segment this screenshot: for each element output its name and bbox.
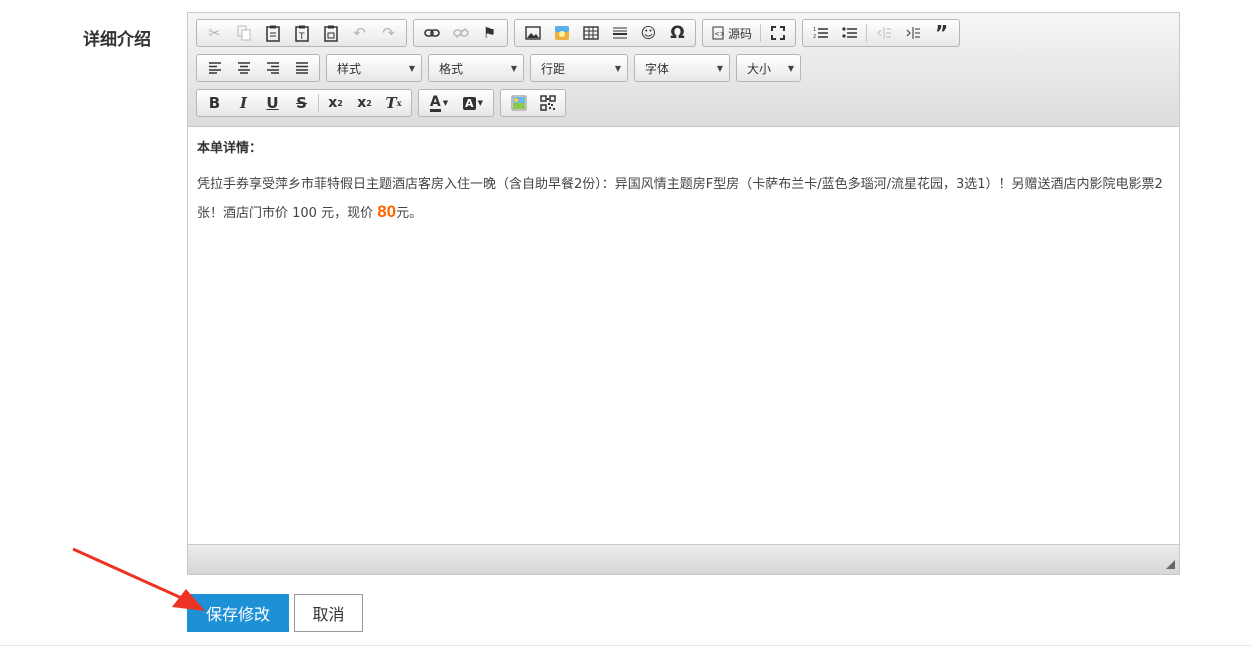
- list-group: 12 ”: [802, 19, 961, 47]
- clipboard-group: ✂ T ↶ ↷: [196, 19, 407, 47]
- cut-icon[interactable]: ✂: [200, 21, 229, 45]
- align-justify-icon[interactable]: [287, 56, 316, 80]
- underline-icon[interactable]: U: [258, 91, 287, 115]
- color-group: A ▼ A ▼: [418, 89, 494, 117]
- line-height-dropdown[interactable]: 行距 ▼: [530, 54, 628, 82]
- image-icon[interactable]: [518, 21, 547, 45]
- link-group: ⚑: [413, 19, 508, 47]
- insert-group: ☺ Ω: [514, 19, 696, 47]
- source-button[interactable]: <> 源码: [706, 21, 758, 45]
- numbered-list-icon[interactable]: 12: [806, 21, 835, 45]
- chevron-down-icon: ▼: [408, 63, 415, 73]
- divider: [0, 645, 1251, 646]
- format-dropdown-label: 格式: [439, 61, 464, 76]
- strike-icon[interactable]: S: [287, 91, 316, 115]
- link-icon[interactable]: [417, 21, 446, 45]
- copy-icon[interactable]: [229, 21, 258, 45]
- content-heading: 本单详情：: [197, 141, 263, 156]
- divider: [866, 24, 868, 42]
- chevron-down-icon: ▼: [510, 63, 517, 73]
- svg-text:1: 1: [813, 27, 816, 33]
- svg-text:2: 2: [813, 34, 816, 40]
- chevron-down-icon: ▼: [716, 63, 723, 73]
- chevron-down-icon: ▼: [787, 63, 794, 73]
- cancel-button[interactable]: 取消: [294, 594, 363, 632]
- media-group: [500, 89, 566, 117]
- insert-image-icon[interactable]: [504, 91, 533, 115]
- bg-color-icon[interactable]: A ▼: [456, 91, 490, 115]
- editor-statusbar: [188, 544, 1179, 574]
- table-icon[interactable]: [576, 21, 605, 45]
- subscript-icon[interactable]: x2: [321, 91, 350, 115]
- redo-icon[interactable]: ↷: [374, 21, 403, 45]
- rich-text-editor: ✂ T ↶ ↷ ⚑ ☺ Ω <> 源码 1 2 ” 样式 ▼ 格式 ▼ 行距 ▼…: [187, 12, 1180, 575]
- content-body-suffix: 元。: [396, 206, 423, 221]
- size-dropdown[interactable]: 大小 ▼: [736, 54, 801, 82]
- indent-icon[interactable]: [898, 21, 927, 45]
- smiley-icon[interactable]: ☺: [634, 21, 663, 45]
- font-dropdown-label: 字体: [645, 61, 670, 76]
- flash-icon[interactable]: [547, 21, 576, 45]
- editor-toolbar: ✂ T ↶ ↷ ⚑ ☺ Ω <> 源码 1 2 ” 样式 ▼ 格式 ▼ 行距 ▼…: [188, 13, 1179, 127]
- content-paragraph: 凭拉手券享受萍乡市菲特假日主题酒店客房入住一晚（含自助早餐2份）：异国风情主题房…: [197, 171, 1170, 227]
- editor-content[interactable]: 本单详情： 凭拉手券享受萍乡市菲特假日主题酒店客房入住一晚（含自助早餐2份）：异…: [188, 127, 1179, 545]
- save-button[interactable]: 保存修改: [187, 594, 289, 632]
- format-dropdown[interactable]: 格式 ▼: [428, 54, 524, 82]
- blockquote-icon[interactable]: ”: [927, 21, 956, 45]
- italic-icon[interactable]: I: [229, 91, 258, 115]
- anchor-icon[interactable]: ⚑: [475, 21, 504, 45]
- paste-word-icon[interactable]: [316, 21, 345, 45]
- qrcode-icon[interactable]: [533, 91, 562, 115]
- unlink-icon[interactable]: [446, 21, 475, 45]
- remove-format-icon[interactable]: Tx: [379, 91, 408, 115]
- style-dropdown[interactable]: 样式 ▼: [326, 54, 422, 82]
- paste-icon[interactable]: [258, 21, 287, 45]
- line-height-dropdown-label: 行距: [541, 61, 566, 76]
- bulleted-list-icon[interactable]: [835, 21, 864, 45]
- font-dropdown[interactable]: 字体 ▼: [634, 54, 730, 82]
- bold-icon[interactable]: B: [200, 91, 229, 115]
- horizontal-line-icon[interactable]: [605, 21, 634, 45]
- detail-label: 详细介绍: [83, 30, 151, 50]
- svg-text:T: T: [298, 32, 305, 42]
- divider: [318, 94, 319, 112]
- align-group: [196, 54, 320, 82]
- style-dropdown-label: 样式: [337, 61, 362, 76]
- align-left-icon[interactable]: [200, 56, 229, 80]
- special-char-icon[interactable]: Ω: [663, 21, 692, 45]
- text-style-group: B I U S x2 x2 Tx: [196, 89, 412, 117]
- maximize-icon[interactable]: [763, 21, 792, 45]
- paste-text-icon[interactable]: T: [287, 21, 316, 45]
- source-label: 源码: [728, 26, 753, 41]
- align-center-icon[interactable]: [229, 56, 258, 80]
- content-body-text: 凭拉手券享受萍乡市菲特假日主题酒店客房入住一晚（含自助早餐2份）：异国风情主题房…: [197, 177, 1163, 221]
- chevron-down-icon: ▼: [614, 63, 621, 73]
- outdent-icon[interactable]: [869, 21, 898, 45]
- superscript-icon[interactable]: x2: [350, 91, 379, 115]
- svg-text:<>: <>: [714, 30, 724, 38]
- size-dropdown-label: 大小: [747, 61, 772, 76]
- resize-handle-icon[interactable]: [1166, 560, 1175, 569]
- source-icon: <>: [712, 26, 724, 40]
- align-right-icon[interactable]: [258, 56, 287, 80]
- divider: [760, 24, 762, 42]
- current-price: 80: [377, 202, 397, 221]
- text-color-icon[interactable]: A ▼: [422, 91, 456, 115]
- undo-icon[interactable]: ↶: [345, 21, 374, 45]
- tools-group: <> 源码: [702, 19, 797, 47]
